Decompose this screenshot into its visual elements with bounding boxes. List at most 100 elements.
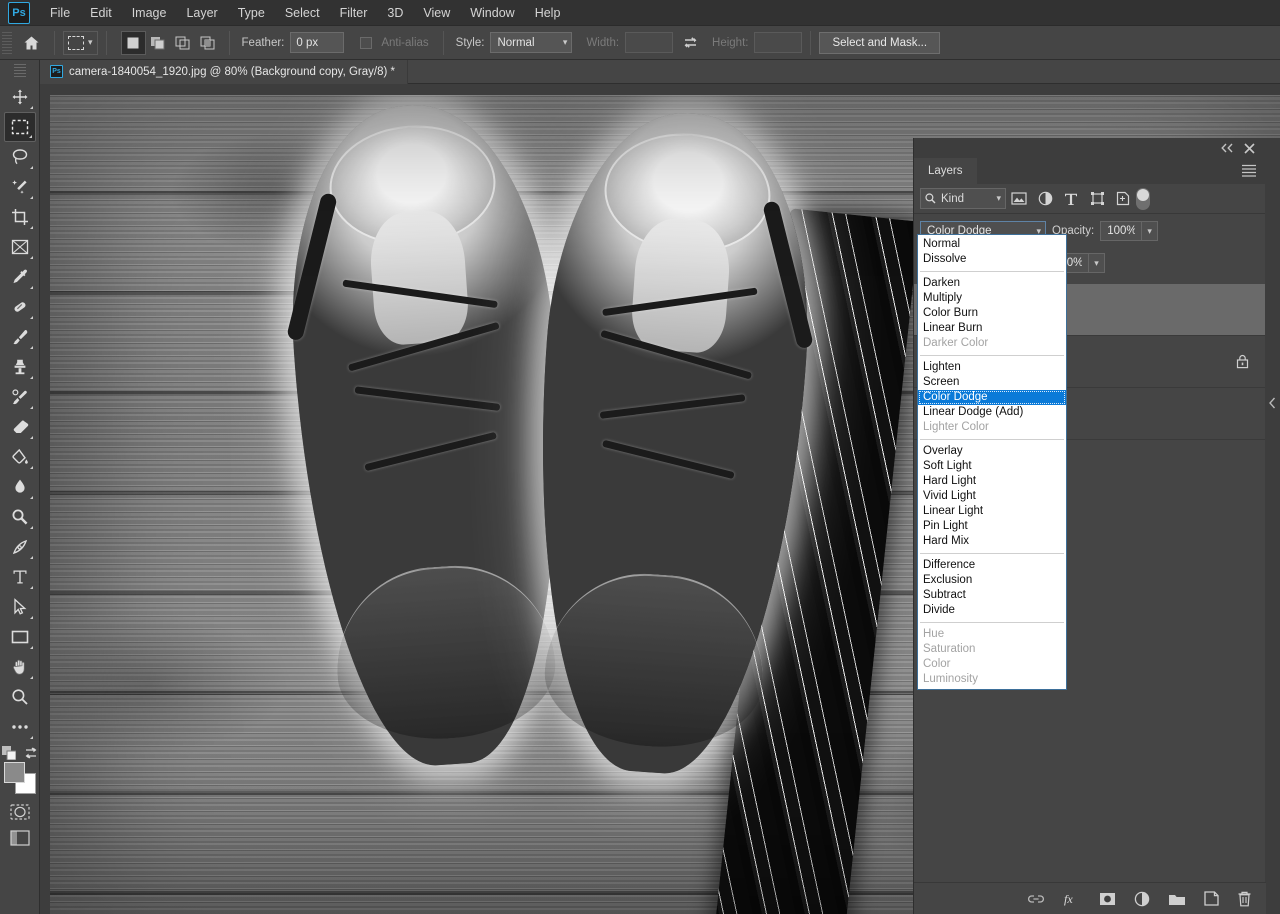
tab-layers[interactable]: Layers xyxy=(914,158,977,184)
foreground-color-swatch[interactable] xyxy=(3,762,25,783)
history-brush-tool[interactable] xyxy=(4,382,36,412)
blend-option-subtract[interactable]: Subtract xyxy=(918,588,1066,603)
blend-option-darken[interactable]: Darken xyxy=(918,276,1066,291)
menu-select[interactable]: Select xyxy=(275,2,330,24)
style-select[interactable]: Normal ▾ xyxy=(490,32,573,53)
default-colors-button[interactable] xyxy=(1,746,16,760)
brush-tool[interactable] xyxy=(4,322,36,352)
menu-edit[interactable]: Edit xyxy=(80,2,122,24)
blend-option-dissolve[interactable]: Dissolve xyxy=(918,252,1066,267)
menu-file[interactable]: File xyxy=(40,2,80,24)
width-input[interactable] xyxy=(625,32,674,53)
filter-kind-select[interactable]: Kind ▾ xyxy=(920,188,1006,209)
filter-type-layers-button[interactable] xyxy=(1058,188,1084,210)
filter-pixel-layers-button[interactable] xyxy=(1006,188,1032,210)
fill-stepper[interactable]: ▾ xyxy=(1089,253,1105,273)
blend-option-linear-light[interactable]: Linear Light xyxy=(918,504,1066,519)
menu-3d[interactable]: 3D xyxy=(377,2,413,24)
close-panel-button[interactable] xyxy=(1244,142,1255,154)
blend-option-lighten[interactable]: Lighten xyxy=(918,360,1066,375)
rectangle-tool[interactable] xyxy=(4,622,36,652)
object-selection-tool[interactable] xyxy=(4,172,36,202)
link-layers-button[interactable] xyxy=(1027,893,1045,905)
blend-option-hard-light[interactable]: Hard Light xyxy=(918,474,1066,489)
new-selection-button[interactable] xyxy=(120,30,146,55)
menu-layer[interactable]: Layer xyxy=(176,2,227,24)
filter-adjustment-layers-button[interactable] xyxy=(1032,188,1058,210)
rectangular-marquee-tool[interactable] xyxy=(3,112,36,142)
zoom-tool[interactable] xyxy=(4,682,36,712)
swap-width-height-button[interactable] xyxy=(683,36,698,50)
height-input[interactable] xyxy=(754,32,803,53)
crop-tool[interactable] xyxy=(4,202,36,232)
intersect-with-selection-button[interactable] xyxy=(196,31,221,55)
move-tool[interactable] xyxy=(4,82,36,112)
panel-menu-button[interactable] xyxy=(1241,164,1257,177)
blend-option-exclusion[interactable]: Exclusion xyxy=(918,573,1066,588)
blend-option-normal[interactable]: Normal xyxy=(918,237,1066,252)
edit-toolbar-button[interactable] xyxy=(4,712,36,742)
add-to-selection-button[interactable] xyxy=(146,31,171,55)
quick-mask-button[interactable] xyxy=(8,802,32,822)
pen-tool[interactable] xyxy=(4,532,36,562)
delete-layer-button[interactable] xyxy=(1237,891,1252,907)
subtract-from-selection-button[interactable] xyxy=(171,31,196,55)
spot-healing-brush-tool[interactable] xyxy=(4,292,36,322)
new-group-button[interactable] xyxy=(1168,892,1186,906)
menu-image[interactable]: Image xyxy=(122,2,177,24)
lasso-tool[interactable] xyxy=(4,142,36,172)
home-button[interactable] xyxy=(16,30,46,56)
blend-option-screen[interactable]: Screen xyxy=(918,375,1066,390)
opacity-input[interactable] xyxy=(1100,221,1143,241)
clone-stamp-tool[interactable] xyxy=(4,352,36,382)
blend-option-linear-burn[interactable]: Linear Burn xyxy=(918,321,1066,336)
blend-option-vivid-light[interactable]: Vivid Light xyxy=(918,489,1066,504)
menu-filter[interactable]: Filter xyxy=(330,2,378,24)
blend-option-soft-light[interactable]: Soft Light xyxy=(918,459,1066,474)
type-tool[interactable] xyxy=(4,562,36,592)
eyedropper-tool[interactable] xyxy=(4,262,36,292)
filter-smart-objects-button[interactable] xyxy=(1110,188,1136,210)
select-and-mask-button[interactable]: Select and Mask... xyxy=(819,31,941,54)
opacity-stepper[interactable]: ▾ xyxy=(1142,221,1159,241)
new-adjustment-layer-button[interactable] xyxy=(1134,891,1150,907)
menu-help[interactable]: Help xyxy=(525,2,571,24)
options-bar-grip[interactable] xyxy=(2,31,12,54)
gradient-tool[interactable] xyxy=(4,442,36,472)
tools-panel-grip[interactable] xyxy=(13,64,26,78)
blend-option-difference[interactable]: Difference xyxy=(918,558,1066,573)
filter-enable-toggle[interactable] xyxy=(1136,187,1150,210)
blend-option-pin-light[interactable]: Pin Light xyxy=(918,519,1066,534)
swap-colors-button[interactable] xyxy=(24,746,38,760)
expand-panel-button[interactable] xyxy=(1265,392,1280,414)
blend-mode-dropdown[interactable]: Normal Dissolve Darken Multiply Color Bu… xyxy=(917,234,1067,690)
add-layer-mask-button[interactable] xyxy=(1099,892,1116,906)
filter-shape-layers-button[interactable] xyxy=(1084,188,1110,210)
eraser-tool[interactable] xyxy=(4,412,36,442)
menu-view[interactable]: View xyxy=(413,2,460,24)
feather-input[interactable] xyxy=(290,32,345,53)
collapsed-panel-strip[interactable] xyxy=(1265,138,1280,914)
screen-mode-button[interactable] xyxy=(8,828,32,848)
anti-alias-checkbox[interactable]: Anti-alias xyxy=(360,36,434,49)
blend-option-linear-dodge-add[interactable]: Linear Dodge (Add) xyxy=(918,405,1066,420)
layer-style-button[interactable]: fx xyxy=(1063,892,1081,906)
blend-option-overlay[interactable]: Overlay xyxy=(918,444,1066,459)
hand-tool[interactable] xyxy=(4,652,36,682)
dodge-tool[interactable] xyxy=(4,502,36,532)
tool-preset-picker[interactable]: ▾ xyxy=(63,30,98,55)
blur-tool[interactable] xyxy=(4,472,36,502)
frame-tool[interactable] xyxy=(4,232,36,262)
path-selection-tool[interactable] xyxy=(4,592,36,622)
menu-window[interactable]: Window xyxy=(460,2,524,24)
new-layer-button[interactable] xyxy=(1204,891,1219,906)
blend-option-color-dodge[interactable]: Color Dodge xyxy=(918,390,1066,405)
color-swatches[interactable] xyxy=(3,762,37,794)
blend-option-hard-mix[interactable]: Hard Mix xyxy=(918,534,1066,549)
document-tab[interactable]: Ps camera-1840054_1920.jpg @ 80% (Backgr… xyxy=(40,59,408,84)
blend-option-divide[interactable]: Divide xyxy=(918,603,1066,618)
blend-option-color-burn[interactable]: Color Burn xyxy=(918,306,1066,321)
blend-option-multiply[interactable]: Multiply xyxy=(918,291,1066,306)
collapse-panel-button[interactable] xyxy=(1220,143,1234,153)
menu-type[interactable]: Type xyxy=(228,2,275,24)
